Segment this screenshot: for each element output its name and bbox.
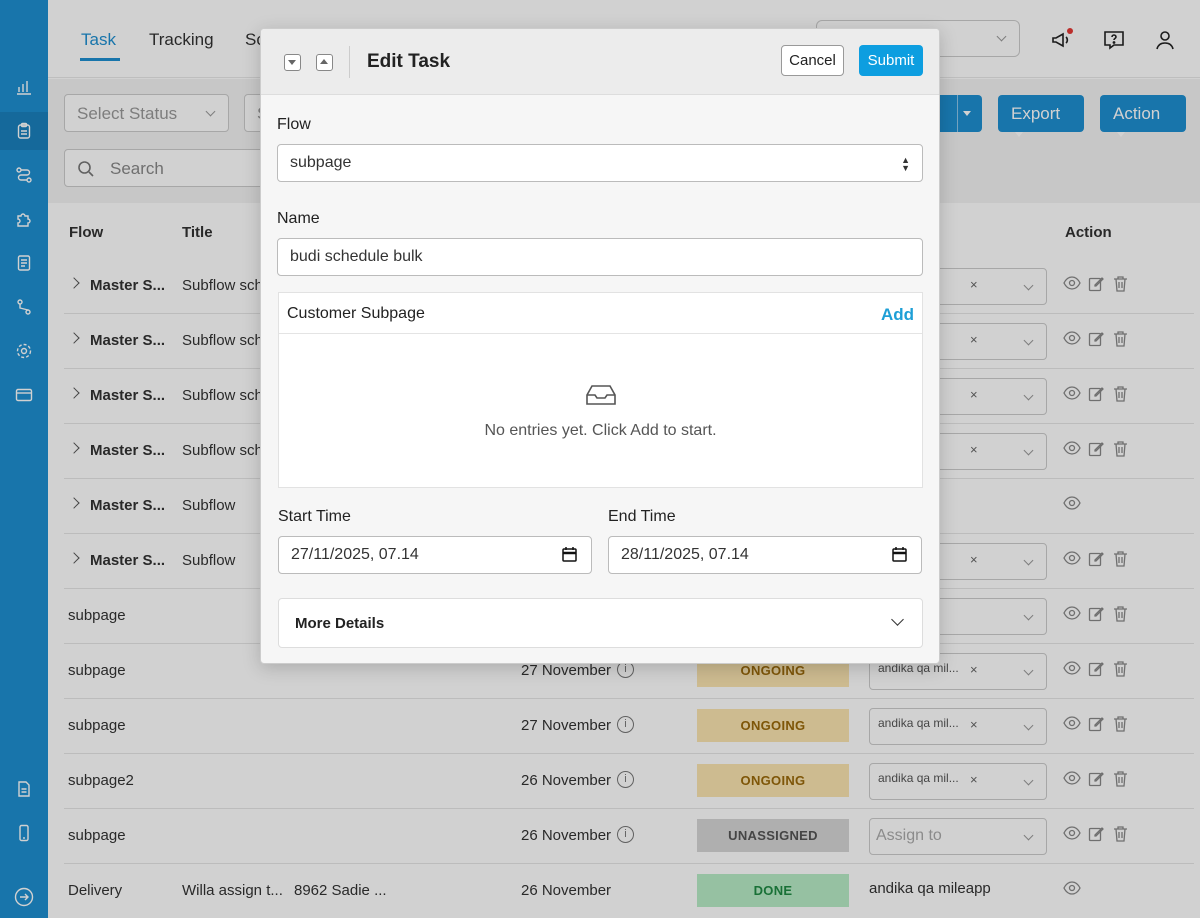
inbox-icon bbox=[585, 384, 617, 411]
add-link[interactable]: Add bbox=[881, 305, 914, 325]
triangle-down-icon bbox=[288, 60, 296, 65]
submit-button[interactable]: Submit bbox=[859, 45, 923, 76]
flow-label: Flow bbox=[277, 116, 311, 133]
start-time-value: 27/11/2025, 07.14 bbox=[291, 546, 419, 563]
triangle-up-icon bbox=[320, 59, 328, 64]
more-details-label: More Details bbox=[295, 615, 385, 632]
end-time-input[interactable]: 28/11/2025, 07.14 bbox=[608, 536, 922, 574]
name-input-value: budi schedule bulk bbox=[290, 248, 423, 265]
customer-subpage-header: Customer Subpage Add bbox=[279, 293, 922, 334]
modal-header: Edit Task Cancel Submit bbox=[261, 29, 939, 95]
header-divider bbox=[349, 46, 350, 78]
start-time-input[interactable]: 27/11/2025, 07.14 bbox=[278, 536, 592, 574]
name-input[interactable]: budi schedule bulk bbox=[277, 238, 923, 276]
customer-subpage-card: Customer Subpage Add No entries yet. Cli… bbox=[278, 292, 923, 488]
flow-select-value: subpage bbox=[290, 154, 352, 171]
modal-title: Edit Task bbox=[367, 51, 451, 72]
collapse-down-button[interactable] bbox=[284, 54, 301, 71]
end-time-label: End Time bbox=[608, 508, 676, 525]
cancel-button[interactable]: Cancel bbox=[781, 45, 844, 76]
calendar-icon[interactable] bbox=[892, 547, 907, 567]
start-time-label: Start Time bbox=[278, 508, 351, 525]
calendar-icon[interactable] bbox=[562, 547, 577, 567]
end-time-value: 28/11/2025, 07.14 bbox=[621, 546, 749, 563]
chevron-down-icon bbox=[891, 613, 904, 626]
edit-task-modal: Edit Task Cancel Submit Flow subpage ▲ ▼ … bbox=[260, 28, 940, 664]
flow-select[interactable]: subpage ▲ ▼ bbox=[277, 144, 923, 182]
more-details-accordion[interactable]: More Details bbox=[278, 598, 923, 648]
empty-state-text: No entries yet. Click Add to start. bbox=[484, 422, 717, 439]
expand-up-button[interactable] bbox=[316, 54, 333, 71]
select-arrows-icon: ▲ ▼ bbox=[901, 155, 910, 173]
customer-subpage-title: Customer Subpage bbox=[287, 305, 425, 322]
name-label: Name bbox=[277, 210, 320, 227]
